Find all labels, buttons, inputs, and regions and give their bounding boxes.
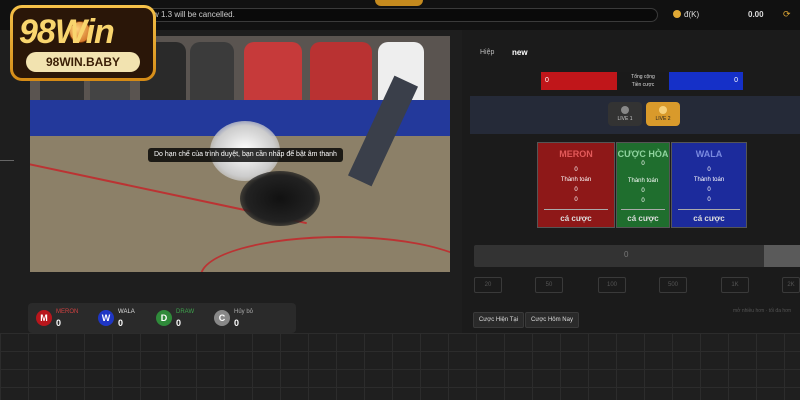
bet-amount: 0: [574, 167, 578, 173]
stat-value: 0: [56, 318, 62, 328]
stat-value: 0: [234, 318, 240, 328]
payout-label: Thành toán: [627, 178, 659, 184]
stat-draw: D DRAW 0: [156, 309, 216, 329]
stat-value: 0: [118, 318, 124, 328]
stat-label: MERON: [56, 309, 79, 315]
logo-domain: 98WIN.BABY: [26, 52, 140, 72]
payout-total: 0: [707, 197, 711, 203]
coin-icon: [673, 10, 681, 18]
payout-value: 0: [641, 188, 645, 194]
bet-title: CƯỢC HÒA: [617, 149, 669, 159]
payout-total: 0: [574, 197, 578, 203]
payout-label: Thành toán: [693, 177, 725, 183]
divider: [677, 209, 741, 210]
round-value: new: [512, 48, 528, 57]
bet-amount: 0: [707, 167, 711, 173]
bet-amount-input[interactable]: 0: [474, 245, 800, 267]
payout-total: 0: [641, 198, 645, 204]
bet-title: MERON: [559, 149, 593, 159]
bet-column-wala[interactable]: WALA 0 Thành toán 0 0 cá cược: [671, 142, 747, 228]
logo-word: 98Win: [19, 13, 115, 51]
bet-amount-value: 0: [624, 250, 629, 259]
stat-wala: W WALA 0: [98, 309, 158, 329]
stream-selector: LIVE 1 LIVE 2: [470, 96, 800, 134]
refresh-icon[interactable]: ⟳: [783, 9, 791, 20]
cancel-badge: C: [214, 310, 230, 326]
wala-badge: W: [98, 310, 114, 326]
live-1-label: LIVE 1: [617, 116, 633, 122]
live-icon: [621, 106, 629, 114]
place-bet-meron-button[interactable]: cá cược: [538, 214, 614, 223]
app-root: w 1.3 will be cancelled. đ(K) 0.00 ⟳ 98W…: [0, 0, 800, 400]
bet-column-draw[interactable]: CƯỢC HÒA 0 Thành toán 0 0 cá cược: [616, 142, 670, 228]
live-2-button[interactable]: LIVE 2: [646, 102, 680, 126]
meron-total: 0: [541, 72, 617, 90]
bet-amount: 0: [641, 161, 645, 167]
payout-label: Thành toán: [560, 177, 592, 183]
result-stats: M MERON 0 W WALA 0 D DRAW 0 C Hủy bỏ 0: [28, 303, 296, 333]
divider: [544, 209, 608, 210]
chip-100[interactable]: 100: [598, 277, 626, 293]
stat-value: 0: [176, 318, 182, 328]
chip-2k[interactable]: 2K: [782, 277, 800, 293]
wala-total: 0: [669, 72, 743, 90]
chip-500[interactable]: 500: [659, 277, 687, 293]
limit-note: mở nhiều hơn · tối đa hơn: [733, 308, 792, 314]
stat-label: DRAW: [176, 309, 195, 315]
chip-20[interactable]: 20: [474, 277, 502, 293]
divider: [621, 209, 665, 210]
bet-column-meron[interactable]: MERON 0 Thành toán 0 0 cá cược: [537, 142, 615, 228]
live-2-label: LIVE 2: [655, 116, 671, 122]
bet-title: WALA: [695, 149, 723, 159]
total-caption-line1: Tổng cộng: [631, 74, 655, 80]
live-icon: [659, 106, 667, 114]
amount-confirm[interactable]: [764, 245, 800, 267]
live-1-button[interactable]: LIVE 1: [608, 102, 642, 126]
chip-1k[interactable]: 1K: [721, 277, 749, 293]
history-grid: [0, 333, 800, 400]
payout-value: 0: [707, 187, 711, 193]
tab-today-bets[interactable]: Cược Hôm Nay: [525, 312, 579, 328]
stat-meron: M MERON 0: [36, 309, 96, 329]
announcement-marquee: w 1.3 will be cancelled.: [140, 8, 658, 22]
meron-badge: M: [36, 310, 52, 326]
brand-logo[interactable]: 98Win 98WIN.BABY: [10, 5, 156, 81]
chip-50[interactable]: 50: [535, 277, 563, 293]
total-bets-bar: 0 Tổng cộng Tiền cược 0: [541, 72, 743, 90]
tab-current-bets[interactable]: Cược Hiện Tại: [473, 312, 524, 328]
stat-cancel: C Hủy bỏ 0: [214, 309, 274, 329]
stat-label: WALA: [118, 309, 135, 315]
round-label: Hiệp: [480, 49, 495, 56]
stat-label: Hủy bỏ: [234, 309, 254, 315]
balance-value: 0.00: [748, 10, 764, 19]
black-rooster: [240, 171, 320, 226]
wallet: đ(K) 0.00 ⟳: [670, 8, 800, 22]
payout-value: 0: [574, 187, 578, 193]
draw-badge: D: [156, 310, 172, 326]
total-caption-line2: Tiền cược: [631, 82, 655, 88]
place-bet-draw-button[interactable]: cá cược: [617, 214, 669, 223]
divider: [0, 160, 14, 161]
total-caption: Tổng cộng Tiền cược: [617, 72, 669, 90]
audio-hint[interactable]: Do hạn chế của trình duyệt, bạn cần nhấp…: [148, 148, 343, 162]
top-tab-indicator[interactable]: [375, 0, 423, 6]
currency-label: đ(K): [684, 10, 700, 19]
place-bet-wala-button[interactable]: cá cược: [672, 214, 746, 223]
